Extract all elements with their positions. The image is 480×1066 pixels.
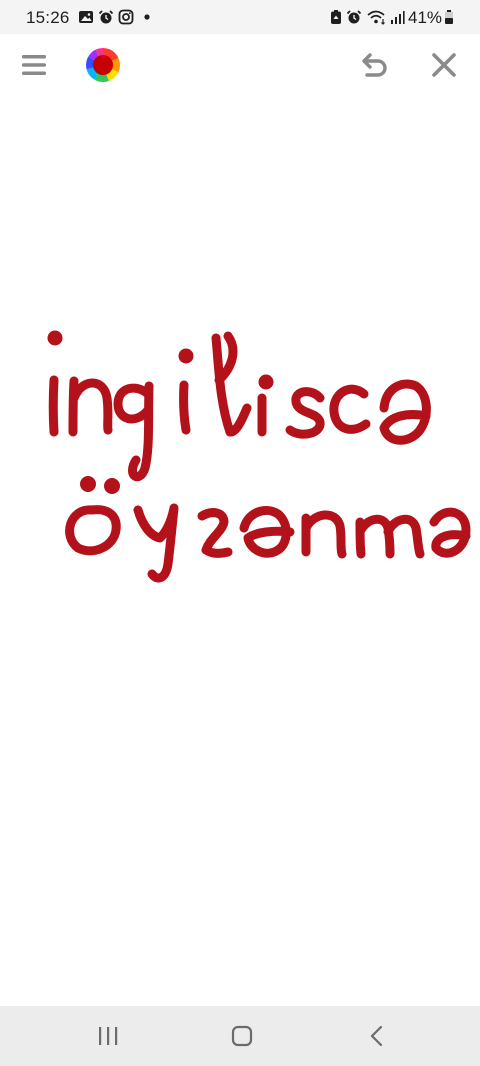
- signal-icon: [391, 11, 405, 24]
- battery-percent: 41%: [408, 8, 443, 27]
- gallery-icon: [79, 11, 93, 23]
- handwriting-drawing: [47, 330, 471, 583]
- back-button[interactable]: [349, 1018, 405, 1054]
- status-time: 15:26: [26, 8, 70, 27]
- menu-icon: [22, 55, 46, 75]
- drawing-toolbar: [0, 34, 480, 98]
- status-bar: 15:26 41%: [0, 0, 480, 34]
- color-picker-button[interactable]: [79, 41, 127, 89]
- undo-button[interactable]: [350, 41, 398, 89]
- selected-color-swatch: [93, 55, 113, 75]
- handwritten-word-oyrenme: [65, 476, 471, 583]
- home-button[interactable]: [214, 1018, 270, 1054]
- alarm-icon: [98, 10, 114, 24]
- back-icon: [370, 1025, 383, 1047]
- close-button[interactable]: [420, 41, 468, 89]
- handwritten-word-ingilisca: [47, 330, 431, 482]
- menu-button[interactable]: [10, 41, 58, 89]
- system-navigation-bar: [0, 1006, 480, 1066]
- instagram-icon: [118, 9, 134, 25]
- recent-apps-button[interactable]: [80, 1018, 136, 1054]
- drawing-canvas[interactable]: [0, 98, 480, 1006]
- undo-icon: [362, 53, 387, 77]
- battery-saver-icon: [331, 10, 341, 24]
- color-wheel-icon: [86, 48, 120, 82]
- battery-icon: [445, 10, 453, 24]
- alarm-icon: [346, 10, 362, 24]
- home-icon: [231, 1025, 253, 1047]
- wifi-icon: [367, 10, 385, 25]
- close-icon: [432, 53, 456, 77]
- notification-dot-icon: [144, 14, 150, 20]
- recent-apps-icon: [99, 1027, 118, 1045]
